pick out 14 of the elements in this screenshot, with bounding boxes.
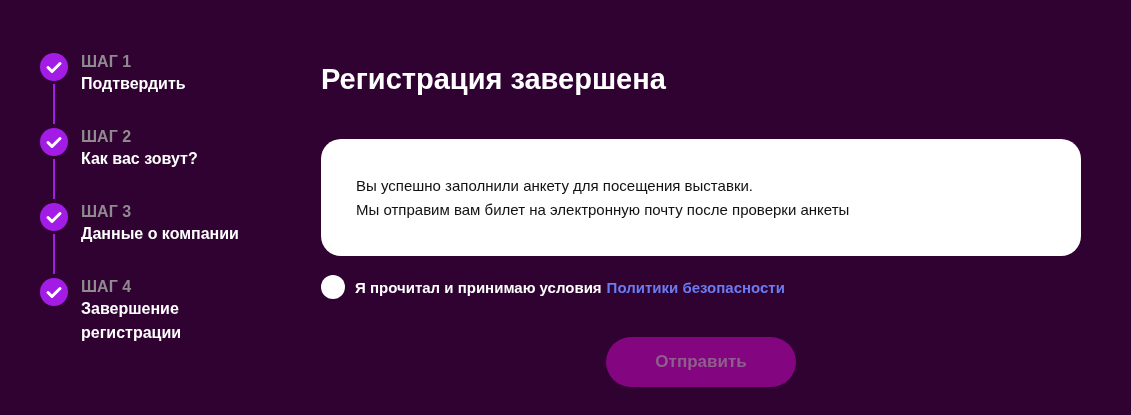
step-title: Подтвердить — [81, 74, 187, 94]
step-label: ШАГ 1 — [81, 52, 133, 72]
message-text: Вы успешно заполнили анкету для посещения выставки. — [356, 176, 754, 196]
message-text: Мы отправим вам билет на электронную почту после проверки анкеты — [356, 200, 851, 220]
step-label: ШАГ 3 — [81, 202, 133, 222]
step-label: ШАГ 4 — [81, 277, 133, 297]
agreement-text: Я прочитал и принимаю условия — [355, 278, 602, 296]
step-title: Завершение регистрации — [81, 299, 183, 343]
step-title: Данные о компании — [81, 224, 240, 244]
policy-link[interactable]: Политики безопасности — [606, 278, 785, 296]
step-label: ШАГ 2 — [81, 127, 133, 147]
step-title: Как вас зовут? — [81, 149, 199, 169]
page-heading: Регистрация завершена — [321, 62, 667, 96]
checkbox[interactable] — [321, 275, 345, 299]
